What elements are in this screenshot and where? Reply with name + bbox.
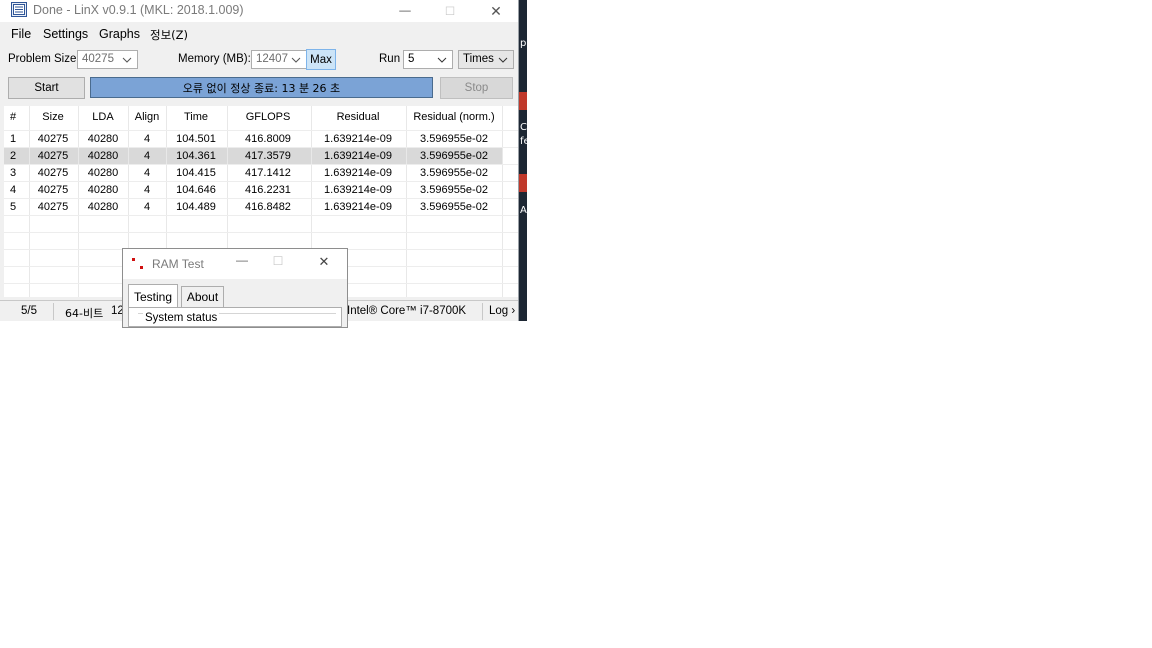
chevron-down-icon (498, 57, 508, 63)
column-header[interactable]: Residual (norm.) (394, 111, 514, 123)
status-separator (482, 303, 483, 320)
maximize-icon: ☐ (444, 6, 456, 18)
row-divider (4, 198, 518, 199)
row-divider (4, 215, 518, 216)
status-cpu: Intel® Core™ i7-8700K (347, 305, 467, 317)
run-count-value: 5 (408, 53, 415, 65)
tab-testing[interactable]: Testing (128, 284, 178, 308)
ram-minimize-button[interactable]: — (227, 253, 257, 267)
problem-size-label: Problem Size: (8, 53, 80, 65)
desktop-text-fragment: p (520, 38, 527, 49)
problem-size-value: 40275 (82, 53, 114, 65)
chevron-down-icon (437, 57, 447, 63)
run-mode-combo[interactable]: Times (458, 50, 514, 69)
run-mode-value: Times (463, 53, 494, 65)
minimize-button[interactable]: — (382, 0, 428, 22)
chevron-down-icon (291, 57, 301, 63)
minimize-icon: — (236, 253, 248, 267)
row-divider (4, 181, 518, 182)
menu-file[interactable]: File (11, 27, 31, 41)
row-divider (4, 232, 518, 233)
window-title: Done - LinX v0.9.1 (MKL: 2018.1.009) (33, 3, 244, 17)
menu-graphs[interactable]: Graphs (99, 27, 140, 41)
memory-value: 12407 (256, 53, 288, 65)
table-cell: 3.596955e-02 (420, 201, 488, 213)
row-divider (4, 147, 518, 148)
tab-about[interactable]: About (181, 286, 224, 307)
log-button[interactable]: Log › (489, 305, 515, 317)
run-label: Run (379, 53, 401, 65)
desktop-icon[interactable] (519, 92, 527, 110)
table-cell: 3.596955e-02 (420, 167, 488, 179)
run-count-combo[interactable]: 5 (403, 50, 453, 69)
ram-maximize-button[interactable]: ☐ (263, 254, 293, 268)
desktop-icon[interactable] (519, 174, 527, 192)
menu-settings[interactable]: Settings (43, 27, 88, 41)
ram-close-button[interactable]: ✕ (309, 254, 339, 270)
desktop-text-fragment: A (520, 205, 527, 216)
status-separator (53, 303, 54, 320)
problem-size-combo[interactable]: 40275 (77, 50, 138, 69)
table-cell: 3.596955e-02 (420, 133, 488, 145)
close-icon: ✕ (318, 254, 330, 269)
testing-tab-panel: System status (128, 307, 342, 327)
stop-button[interactable]: Stop (440, 77, 513, 99)
menu-info[interactable]: 정보(Z) (150, 27, 188, 43)
status-run-progress: 5/5 (21, 305, 37, 317)
desktop-text-fragment: C (520, 122, 527, 133)
table-cell: 3.596955e-02 (420, 184, 488, 196)
chevron-down-icon (122, 57, 132, 63)
row-divider (4, 164, 518, 165)
linx-app-icon (11, 2, 27, 17)
memory-label: Memory (MB): (178, 53, 251, 65)
system-status-label: System status (143, 312, 220, 324)
ram-test-title: RAM Test (152, 257, 204, 271)
desktop-text-fragment: fe (520, 136, 527, 147)
table-cell: 3.596955e-02 (420, 150, 488, 162)
start-button[interactable]: Start (8, 77, 85, 99)
maximize-icon: ☐ (272, 254, 284, 268)
memory-combo[interactable]: 12407 (251, 50, 307, 69)
run-progress-bar: 오류 없이 정상 종료: 13 분 26 초 (90, 77, 433, 98)
status-architecture: 64-비트 (65, 307, 104, 320)
minimize-icon: — (399, 5, 411, 17)
desktop-background: p C fe A (519, 0, 527, 321)
close-icon: ✕ (490, 2, 502, 19)
close-button[interactable]: ✕ (473, 0, 518, 22)
maximize-button[interactable]: ☐ (427, 0, 473, 22)
ram-test-window: RAM Test — ☐ ✕ Testing About System stat… (122, 248, 348, 328)
ram-test-app-icon (132, 258, 143, 269)
max-button[interactable]: Max (306, 49, 336, 70)
row-divider (4, 130, 518, 131)
